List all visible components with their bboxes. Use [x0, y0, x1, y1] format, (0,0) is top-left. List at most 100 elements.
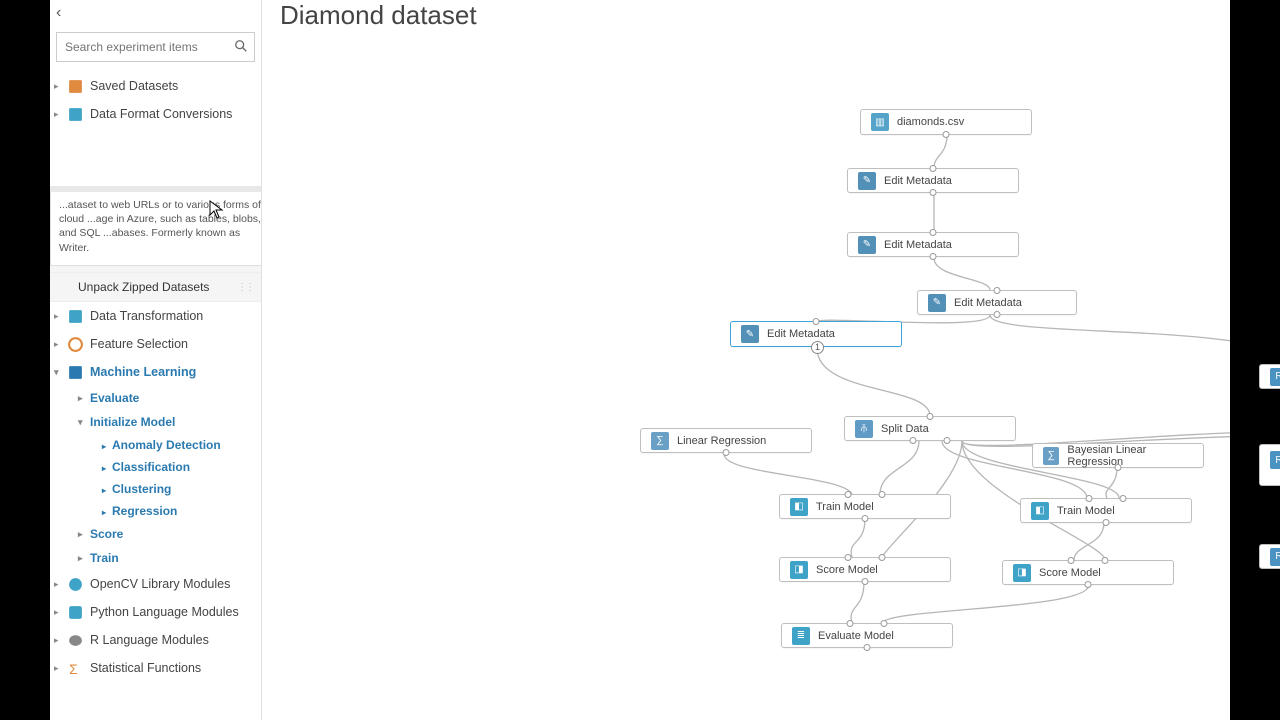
cat-label: Python Language Modules — [90, 605, 239, 619]
module-label: Unpack Zipped Datasets — [78, 280, 209, 294]
module-unpack-zipped[interactable]: Unpack Zipped Datasets ⋮⋮ — [50, 273, 261, 302]
cat-label: Machine Learning — [90, 365, 196, 379]
r-script-icon: R — [1270, 548, 1280, 566]
node-split-data[interactable]: ⫚ Split Data — [844, 416, 1016, 441]
node-execute-r-1[interactable]: R Execute R Script — [1259, 364, 1280, 389]
train-icon: ◧ — [790, 498, 808, 516]
node-label: Score Model — [816, 564, 878, 576]
node-edit-metadata-1[interactable]: ✎ Edit Metadata — [847, 168, 1019, 193]
cat-python[interactable]: ▸ Python Language Modules — [50, 598, 261, 626]
leaf-anomaly-detection[interactable]: Anomaly Detection — [92, 434, 261, 456]
port-badge: 1 — [811, 341, 824, 354]
chevron-right-icon: ▸ — [78, 529, 88, 540]
leaf-classification[interactable]: Classification — [92, 456, 261, 478]
chevron-right-icon: ▸ — [54, 311, 64, 322]
node-label: Train Model — [816, 501, 874, 513]
ml-icon — [66, 363, 84, 381]
cat-label: OpenCV Library Modules — [90, 577, 230, 591]
node-subtitle: Analysis of Continuous variables — [1270, 469, 1280, 492]
chevron-right-icon: ▸ — [54, 663, 64, 674]
node-label: Evaluate Model — [818, 630, 894, 642]
cat-label: Data Format Conversions — [90, 107, 232, 121]
search-input[interactable] — [57, 33, 228, 61]
node-edit-metadata-4[interactable]: ✎ Edit Metadata 1 — [730, 321, 902, 347]
node-score-model-2[interactable]: ◨ Score Model — [1002, 560, 1174, 585]
cat-statistical[interactable]: ▸ Σ Statistical Functions — [50, 654, 261, 682]
subcat-label: Score — [90, 527, 123, 541]
subcat-label: Initialize Model — [90, 415, 175, 429]
experiment-canvas[interactable]: Diamond dataset — [262, 0, 1230, 720]
cat-label: Data Transformation — [90, 309, 203, 323]
node-label: Split Data — [881, 423, 929, 435]
chevron-right-icon: ▸ — [54, 109, 64, 120]
sigma-icon: Σ — [66, 659, 84, 677]
node-edit-metadata-2[interactable]: ✎ Edit Metadata — [847, 232, 1019, 257]
subcat-evaluate[interactable]: ▸ Evaluate — [74, 386, 261, 410]
chevron-right-icon: ▸ — [54, 579, 64, 590]
subcat-label: Train — [90, 551, 119, 565]
node-label: Edit Metadata — [767, 328, 835, 340]
node-edit-metadata-3[interactable]: ✎ Edit Metadata — [917, 290, 1077, 315]
cat-data-format[interactable]: ▸ Data Format Conversions — [50, 100, 261, 128]
node-execute-r-3[interactable]: R Execute R Script ⌄ — [1259, 544, 1280, 569]
cat-feature-selection[interactable]: ▸ Feature Selection — [50, 330, 261, 358]
node-bayesian-regression[interactable]: ∑ Bayesian Linear Regression — [1032, 443, 1204, 468]
module-tooltip: ...ataset to web URLs or to various form… — [50, 192, 261, 266]
node-label: diamonds.csv — [897, 116, 964, 128]
node-score-model-1[interactable]: ◨ Score Model — [779, 557, 951, 582]
convert-icon — [66, 105, 84, 123]
database-icon — [66, 77, 84, 95]
score-icon: ◨ — [1013, 564, 1031, 582]
node-execute-r-2[interactable]: R Execute R Script Analysis of Continuou… — [1259, 444, 1280, 486]
chevron-down-icon: ▾ — [54, 367, 64, 378]
search-box — [56, 32, 255, 62]
r-script-icon: R — [1270, 451, 1280, 469]
chevron-right-icon: ▸ — [54, 607, 64, 618]
drag-grip-icon: ⋮⋮ — [237, 282, 253, 293]
transform-icon — [66, 307, 84, 325]
subcat-label: Evaluate — [90, 391, 139, 405]
node-label: Train Model — [1057, 505, 1115, 517]
subcat-train[interactable]: ▸ Train — [74, 546, 261, 570]
chevron-right-icon: ▸ — [78, 393, 88, 404]
metadata-icon: ✎ — [858, 236, 876, 254]
chevron-right-icon: ▸ — [78, 553, 88, 564]
node-train-model-2[interactable]: ◧ Train Model — [1020, 498, 1192, 523]
search-icon[interactable] — [228, 39, 254, 56]
chevron-right-icon: ▸ — [54, 635, 64, 646]
score-icon: ◨ — [790, 561, 808, 579]
metadata-icon: ✎ — [858, 172, 876, 190]
cat-label: Feature Selection — [90, 337, 188, 351]
connection-wires — [262, 0, 1230, 720]
node-label: Edit Metadata — [884, 239, 952, 251]
cat-data-transformation[interactable]: ▸ Data Transformation — [50, 302, 261, 330]
node-label: Score Model — [1039, 567, 1101, 579]
node-train-model-1[interactable]: ◧ Train Model — [779, 494, 951, 519]
cat-label: R Language Modules — [90, 633, 209, 647]
cat-label: Statistical Functions — [90, 661, 201, 675]
subcat-initialize-model[interactable]: ▾ Initialize Model — [74, 410, 261, 434]
train-icon: ◧ — [1031, 502, 1049, 520]
node-label: Bayesian Linear Regression — [1067, 444, 1193, 468]
cat-opencv[interactable]: ▸ OpenCV Library Modules — [50, 570, 261, 598]
node-evaluate-model[interactable]: ≣ Evaluate Model — [781, 623, 953, 648]
dataset-icon: ▥ — [871, 113, 889, 131]
cat-machine-learning[interactable]: ▾ Machine Learning — [50, 358, 261, 386]
node-dataset[interactable]: ▥ diamonds.csv — [860, 109, 1032, 135]
python-icon — [66, 603, 84, 621]
metadata-icon: ✎ — [928, 294, 946, 312]
chevron-right-icon: ▸ — [54, 81, 64, 92]
subcat-score[interactable]: ▸ Score — [74, 522, 261, 546]
metadata-icon: ✎ — [741, 325, 759, 343]
leaf-clustering[interactable]: Clustering — [92, 478, 261, 500]
split-icon: ⫚ — [855, 420, 873, 438]
cat-saved-datasets[interactable]: ▸ Saved Datasets — [50, 72, 261, 100]
sidebar: ‹ ▸ Saved Datasets ▸ Data Format Convers… — [50, 0, 262, 720]
cat-label: Saved Datasets — [90, 79, 178, 93]
leaf-regression[interactable]: Regression — [92, 500, 261, 522]
node-label: Linear Regression — [677, 435, 766, 447]
back-button[interactable]: ‹ — [50, 0, 261, 26]
node-linear-regression[interactable]: ∑ Linear Regression — [640, 428, 812, 453]
cat-r[interactable]: ▸ R Language Modules — [50, 626, 261, 654]
opencv-icon — [66, 575, 84, 593]
